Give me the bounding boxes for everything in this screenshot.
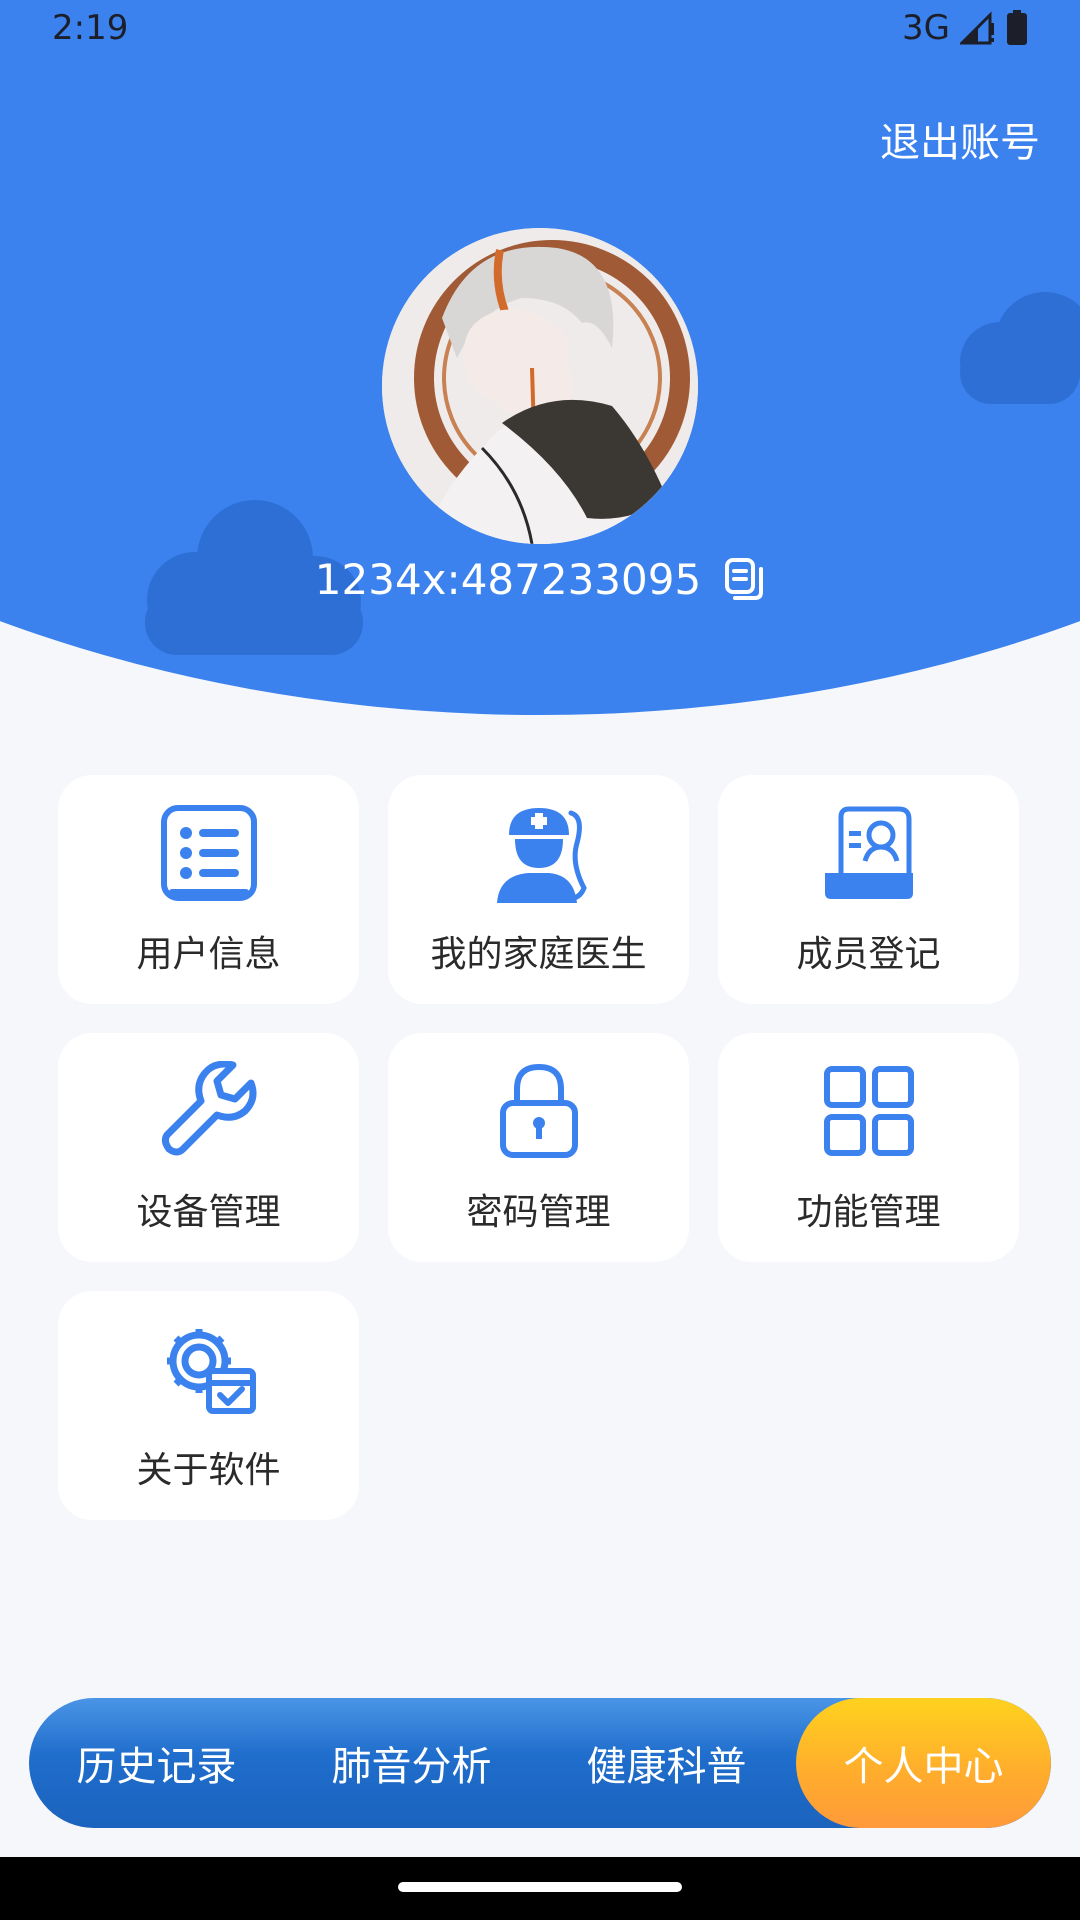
card-label: 用户信息: [136, 934, 281, 975]
doctor-icon: [496, 808, 587, 903]
signal-icon: [960, 11, 994, 45]
battery-icon: [1007, 10, 1027, 45]
status-bar: 2:19 3G: [0, 0, 1080, 60]
user-info-card[interactable]: 用户信息: [58, 775, 359, 1004]
home-indicator[interactable]: [398, 1882, 682, 1892]
card-label: 设备管理: [136, 1192, 281, 1233]
wrench-icon: [161, 1061, 256, 1156]
gear-check-icon: [166, 1329, 256, 1414]
status-time: 2:19: [52, 8, 129, 48]
tab-personal-center[interactable]: 个人中心: [796, 1698, 1051, 1828]
password-management-card[interactable]: 密码管理: [388, 1033, 689, 1262]
card-label: 关于软件: [136, 1450, 281, 1491]
avatar-image: [382, 228, 698, 544]
card-label: 功能管理: [796, 1192, 941, 1233]
logout-button[interactable]: 退出账号: [880, 110, 1040, 168]
copy-icon[interactable]: [723, 557, 765, 603]
about-software-card[interactable]: 关于软件: [58, 1291, 359, 1520]
device-management-card[interactable]: 设备管理: [58, 1033, 359, 1262]
member-register-icon: [824, 806, 913, 899]
status-icons: 3G: [902, 8, 1028, 48]
user-id: 1234x:487233095: [314, 555, 702, 604]
system-nav-bar: [0, 1857, 1080, 1920]
cloud-decoration-right: [960, 292, 1080, 404]
tab-health-science[interactable]: 健康科普: [539, 1698, 794, 1828]
profile-screen: 2:19 3G 退出账号 1234x:487233095 用户信息 我的家庭医生…: [0, 0, 1080, 1920]
user-id-row: 1234x:487233095: [0, 555, 1080, 604]
card-label: 成员登记: [796, 934, 941, 975]
tab-lung-sound-analysis[interactable]: 肺音分析: [284, 1698, 539, 1828]
avatar[interactable]: [382, 228, 698, 544]
tab-history[interactable]: 历史记录: [29, 1698, 284, 1828]
family-doctor-card[interactable]: 我的家庭医生: [388, 775, 689, 1004]
list-icon: [160, 805, 257, 901]
card-label: 密码管理: [466, 1192, 611, 1233]
bottom-nav: 历史记录 肺音分析 健康科普 个人中心: [29, 1698, 1051, 1828]
lock-icon: [499, 1063, 578, 1158]
member-register-card[interactable]: 成员登记: [718, 775, 1019, 1004]
network-type: 3G: [902, 8, 950, 48]
card-label: 我的家庭医生: [430, 934, 647, 975]
grid-icon: [823, 1066, 914, 1156]
function-management-card[interactable]: 功能管理: [718, 1033, 1019, 1262]
